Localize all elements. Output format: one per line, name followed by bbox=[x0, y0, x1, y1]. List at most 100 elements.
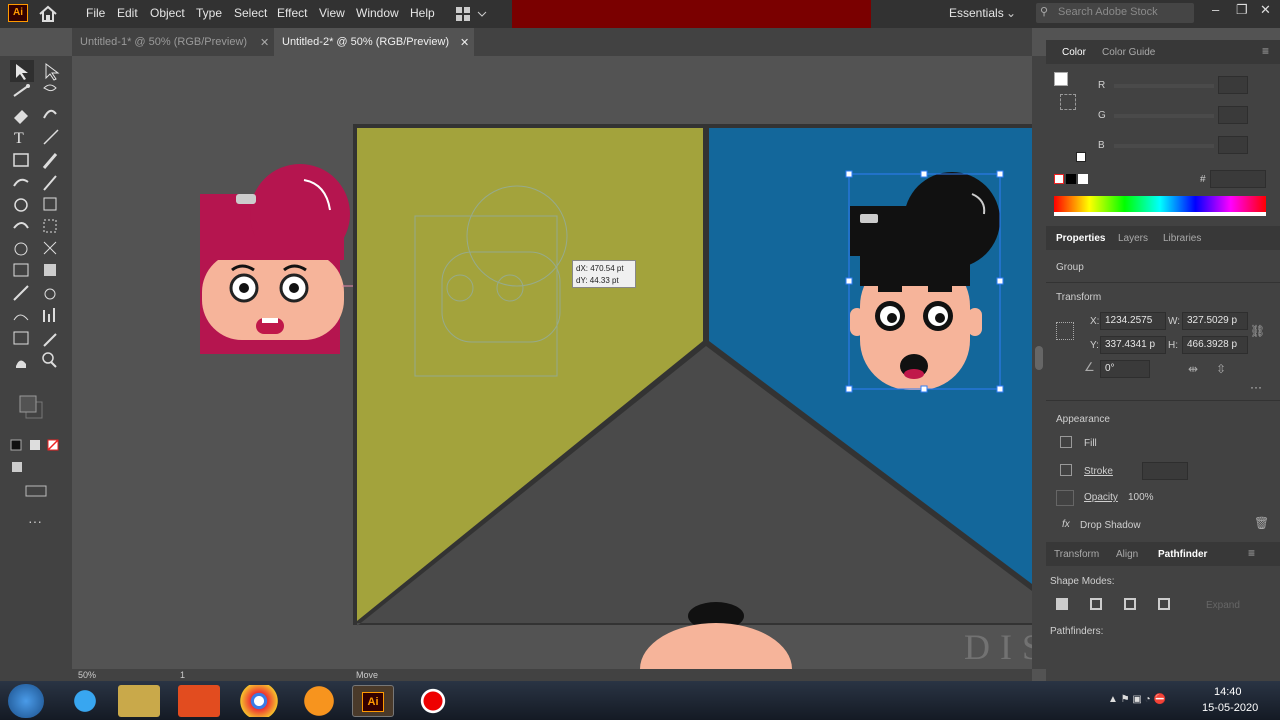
panel-menu-icon[interactable]: ≡ bbox=[1262, 44, 1269, 58]
menu-object[interactable]: Object bbox=[150, 6, 185, 20]
intersect-icon[interactable] bbox=[1124, 598, 1136, 610]
home-icon[interactable] bbox=[38, 4, 58, 24]
tab-color[interactable]: Color bbox=[1062, 47, 1086, 58]
b-value-field[interactable] bbox=[1218, 136, 1248, 154]
tab-pathfinder[interactable]: Pathfinder bbox=[1158, 549, 1207, 560]
unite-icon[interactable] bbox=[1056, 598, 1068, 610]
g-value-field[interactable] bbox=[1218, 106, 1248, 124]
clock-date[interactable]: 15-05-2020 bbox=[1202, 702, 1258, 714]
white-swatch[interactable] bbox=[1078, 174, 1088, 184]
reference-point-icon[interactable] bbox=[1056, 322, 1074, 340]
flip-horizontal-icon[interactable]: ⇹ bbox=[1188, 362, 1198, 376]
stock-search-input[interactable]: Search Adobe Stock bbox=[1036, 3, 1194, 23]
minus-front-icon[interactable] bbox=[1090, 598, 1102, 610]
menu-select[interactable]: Select bbox=[234, 6, 267, 20]
close-tab-icon[interactable]: ✕ bbox=[460, 36, 469, 49]
opacity-value[interactable]: 100% bbox=[1128, 492, 1154, 503]
minimize-icon[interactable]: – bbox=[1212, 2, 1219, 17]
flip-vertical-icon[interactable]: ⇳ bbox=[1216, 362, 1226, 376]
menu-help[interactable]: Help bbox=[410, 6, 435, 20]
media-player-icon[interactable] bbox=[178, 685, 220, 717]
none-swatch[interactable] bbox=[1054, 174, 1064, 184]
opacity-label[interactable]: Opacity bbox=[1084, 492, 1118, 503]
restore-icon[interactable]: ❐ bbox=[1236, 2, 1248, 18]
menu-file[interactable]: File bbox=[86, 6, 105, 20]
constrain-proportions-icon[interactable]: ⛓ bbox=[1250, 324, 1265, 338]
close-tab-icon[interactable]: ✕ bbox=[260, 36, 269, 49]
close-icon[interactable]: ✕ bbox=[1260, 2, 1271, 18]
stroke-label[interactable]: Stroke bbox=[1084, 466, 1113, 477]
w-field[interactable]: 327.5029 p bbox=[1182, 312, 1248, 330]
chrome-icon[interactable] bbox=[238, 685, 280, 717]
fill-swatch[interactable] bbox=[1060, 436, 1072, 448]
h-field[interactable]: 466.3928 p bbox=[1182, 336, 1248, 354]
vertical-scrollbar[interactable] bbox=[1032, 56, 1046, 669]
record-button-icon[interactable] bbox=[412, 685, 454, 717]
menu-edit[interactable]: Edit bbox=[117, 6, 138, 20]
internet-explorer-icon[interactable] bbox=[64, 685, 106, 717]
clock-time[interactable]: 14:40 bbox=[1214, 686, 1242, 698]
tab-untitled-1[interactable]: Untitled-1* @ 50% (RGB/Preview) bbox=[72, 28, 272, 56]
start-button[interactable] bbox=[8, 684, 44, 718]
tab-color-guide[interactable]: Color Guide bbox=[1102, 47, 1155, 58]
tab-properties[interactable]: Properties bbox=[1056, 233, 1105, 244]
black-swatch[interactable] bbox=[1066, 174, 1076, 184]
artwork[interactable] bbox=[72, 56, 1032, 669]
line-tool-icon bbox=[43, 129, 59, 145]
artboard-number[interactable]: 1 bbox=[180, 670, 185, 680]
r-value-field[interactable] bbox=[1218, 76, 1248, 94]
stroke-color-swatch[interactable] bbox=[1060, 94, 1076, 110]
x-field[interactable]: 1234.2575 bbox=[1100, 312, 1166, 330]
tab-layers[interactable]: Layers bbox=[1118, 233, 1148, 244]
move-tooltip: dX: 470.54 pt dY: 44.33 pt bbox=[572, 260, 636, 288]
menu-view[interactable]: View bbox=[319, 6, 345, 20]
paintbrush-tool-icon bbox=[42, 153, 58, 169]
artboard[interactable] bbox=[353, 124, 1032, 669]
default-colors-icon[interactable] bbox=[1076, 152, 1086, 162]
fill-color-swatch[interactable] bbox=[1054, 72, 1068, 86]
color-spectrum[interactable] bbox=[1054, 196, 1266, 216]
blend-tool-icon bbox=[44, 288, 56, 300]
gradient-tool-icon bbox=[44, 264, 56, 276]
tab-untitled-2[interactable]: Untitled-2* @ 50% (RGB/Preview) bbox=[274, 28, 474, 56]
canvas-area[interactable]: dX: 470.54 pt dY: 44.33 pt DISHANKK bbox=[72, 56, 1032, 669]
tab-transform[interactable]: Transform bbox=[1054, 549, 1099, 560]
zoom-level[interactable]: 50% bbox=[78, 670, 96, 680]
search-icon: ⚲ bbox=[1040, 6, 1049, 18]
tab-libraries[interactable]: Libraries bbox=[1163, 233, 1201, 244]
drop-shadow-label[interactable]: Drop Shadow bbox=[1080, 520, 1141, 531]
perspective-grid-tool-icon bbox=[43, 241, 57, 255]
menu-effect[interactable]: Effect bbox=[277, 6, 307, 20]
x-label: X: bbox=[1090, 316, 1100, 327]
firefox-icon[interactable] bbox=[298, 685, 340, 717]
hex-field[interactable] bbox=[1210, 170, 1266, 188]
arrange-documents-icon[interactable] bbox=[456, 7, 488, 21]
delete-effect-icon[interactable]: 🗑 bbox=[1254, 516, 1269, 530]
illustrator-taskbar-icon[interactable]: Ai bbox=[352, 685, 394, 717]
g-slider[interactable] bbox=[1114, 114, 1214, 118]
properties-panel-header: Properties Layers Libraries bbox=[1046, 226, 1280, 250]
file-explorer-icon[interactable] bbox=[118, 685, 160, 717]
b-slider[interactable] bbox=[1114, 144, 1214, 148]
tray-icons[interactable]: ▲ ⚑ ▣ ◔ ⛔ bbox=[1108, 694, 1166, 705]
width-tool-icon bbox=[13, 222, 29, 229]
menu-type[interactable]: Type bbox=[196, 6, 222, 20]
tool-icons[interactable]: T ··· bbox=[0, 56, 72, 536]
stroke-weight-field[interactable] bbox=[1142, 462, 1188, 480]
more-options-icon[interactable]: ··· bbox=[1250, 380, 1262, 394]
stroke-swatch[interactable] bbox=[1060, 464, 1072, 476]
exclude-icon[interactable] bbox=[1158, 598, 1170, 610]
panel-menu-icon[interactable]: ≡ bbox=[1248, 546, 1255, 560]
fx-icon[interactable]: fx bbox=[1062, 519, 1070, 530]
transform-label: Transform bbox=[1056, 292, 1102, 303]
expand-button[interactable]: Expand bbox=[1206, 600, 1240, 611]
workspace-switcher[interactable]: Essentials bbox=[949, 6, 1004, 20]
menu-window[interactable]: Window bbox=[356, 6, 399, 20]
symbol-sprayer-tool-icon bbox=[13, 314, 29, 321]
scroll-thumb[interactable] bbox=[1035, 346, 1043, 370]
r-slider[interactable] bbox=[1114, 84, 1214, 88]
y-label: Y: bbox=[1090, 340, 1099, 351]
tab-align[interactable]: Align bbox=[1116, 549, 1138, 560]
rotate-field[interactable]: 0° bbox=[1100, 360, 1150, 378]
y-field[interactable]: 337.4341 p bbox=[1100, 336, 1166, 354]
